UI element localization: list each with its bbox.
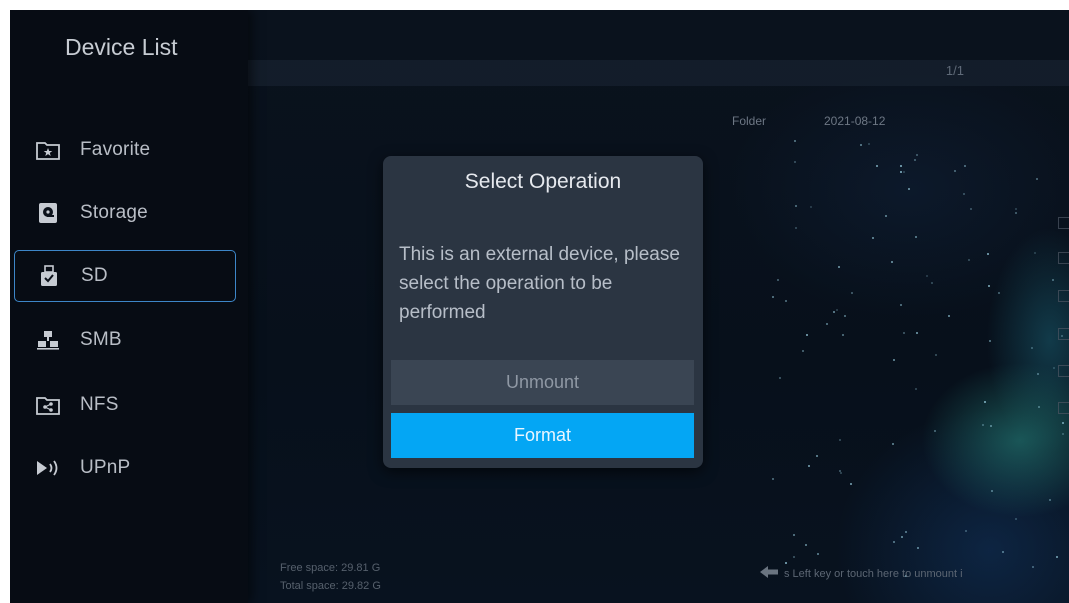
star — [983, 400, 986, 403]
star — [825, 322, 828, 325]
page-indicator: 1/1 — [945, 63, 964, 78]
star — [962, 192, 965, 195]
star — [778, 376, 781, 379]
sidebar-item-label: SMB — [80, 329, 122, 350]
star — [1035, 178, 1038, 181]
sidebar-item-smb[interactable]: SMB — [14, 314, 236, 366]
star — [933, 430, 936, 433]
format-button[interactable]: Format — [391, 413, 694, 458]
left-arrow-icon — [760, 566, 778, 581]
file-type: Folder — [732, 114, 767, 128]
side-toolbar-cut-icon[interactable] — [1058, 402, 1069, 414]
star — [1030, 346, 1033, 349]
nfs-share-icon — [36, 393, 60, 417]
screen: 1/1 Folder 2021-08-12 Free space: 29.81 … — [10, 10, 1069, 603]
star — [902, 332, 905, 335]
star — [1053, 366, 1056, 369]
side-toolbar-mail-icon[interactable] — [1058, 217, 1069, 229]
star — [964, 530, 967, 532]
star — [849, 482, 852, 485]
star — [915, 153, 918, 156]
unmount-hint[interactable]: s Left key or touch here to unmount i — [760, 566, 963, 581]
sidebar-item-favorite[interactable]: Favorite — [14, 124, 236, 176]
upnp-cast-icon — [36, 456, 60, 480]
select-operation-dialog: Select Operation This is an external dev… — [383, 156, 703, 468]
star — [988, 339, 991, 342]
sidebar-item-label: NFS — [80, 394, 119, 415]
smb-network-icon — [36, 328, 60, 352]
star — [925, 274, 928, 277]
sidebar-item-label: SD — [81, 265, 108, 286]
dialog-title: Select Operation — [464, 170, 622, 193]
sidebar-item-nfs[interactable]: NFS — [14, 379, 236, 431]
star — [784, 561, 787, 564]
sidebar-item-storage[interactable]: Storage — [14, 187, 236, 239]
storage-icon — [36, 201, 60, 225]
dialog-message: This is an external device, please selec… — [399, 244, 680, 323]
free-space: Free space: 29.81 G — [280, 562, 381, 574]
star — [904, 531, 907, 534]
star — [891, 443, 894, 446]
favorite-folder-icon — [36, 138, 60, 162]
side-toolbar-paste-icon[interactable] — [1058, 290, 1069, 302]
star — [794, 139, 797, 142]
sd-card-icon — [37, 264, 61, 288]
sidebar-item-label: UPnP — [80, 457, 131, 478]
star — [884, 214, 887, 217]
file-date: 2021-08-12 — [824, 114, 886, 128]
star — [969, 207, 972, 210]
hint-text: s Left key or touch here to unmount i — [784, 567, 963, 580]
star — [892, 358, 895, 361]
star — [915, 235, 918, 238]
star — [1014, 212, 1017, 215]
side-toolbar-folder-icon[interactable] — [1058, 328, 1069, 340]
star — [871, 236, 874, 239]
sidebar-item-label: Storage — [80, 202, 148, 223]
sidebar-title: Device List — [65, 34, 178, 60]
unmount-button[interactable]: Unmount — [391, 360, 694, 405]
star — [981, 424, 984, 427]
star — [859, 143, 862, 146]
sidebar-item-label: Favorite — [80, 139, 151, 160]
star — [867, 142, 870, 145]
side-toolbar-delete-icon[interactable] — [1058, 365, 1069, 377]
star — [1015, 517, 1018, 520]
star — [843, 314, 846, 317]
star — [954, 169, 957, 172]
side-toolbar-copy-icon[interactable] — [1058, 252, 1069, 264]
star — [914, 387, 917, 390]
star — [997, 291, 1000, 294]
star — [1031, 566, 1034, 569]
sidebar-item-upnp[interactable]: UPnP — [14, 442, 236, 494]
star — [947, 314, 950, 317]
star — [841, 333, 844, 336]
star — [1015, 207, 1017, 210]
star — [899, 303, 902, 306]
star — [899, 164, 902, 167]
star — [777, 278, 780, 281]
sidebar-item-sd[interactable]: SD — [14, 250, 236, 302]
device-sidebar: Device List Favorite Storage SD SMB NFS … — [10, 10, 248, 603]
star — [839, 471, 842, 474]
star — [900, 535, 903, 538]
star — [807, 465, 810, 468]
total-space: Total space: 29.82 G — [280, 580, 381, 592]
star — [772, 295, 775, 298]
star — [1037, 405, 1040, 408]
star — [815, 455, 818, 458]
